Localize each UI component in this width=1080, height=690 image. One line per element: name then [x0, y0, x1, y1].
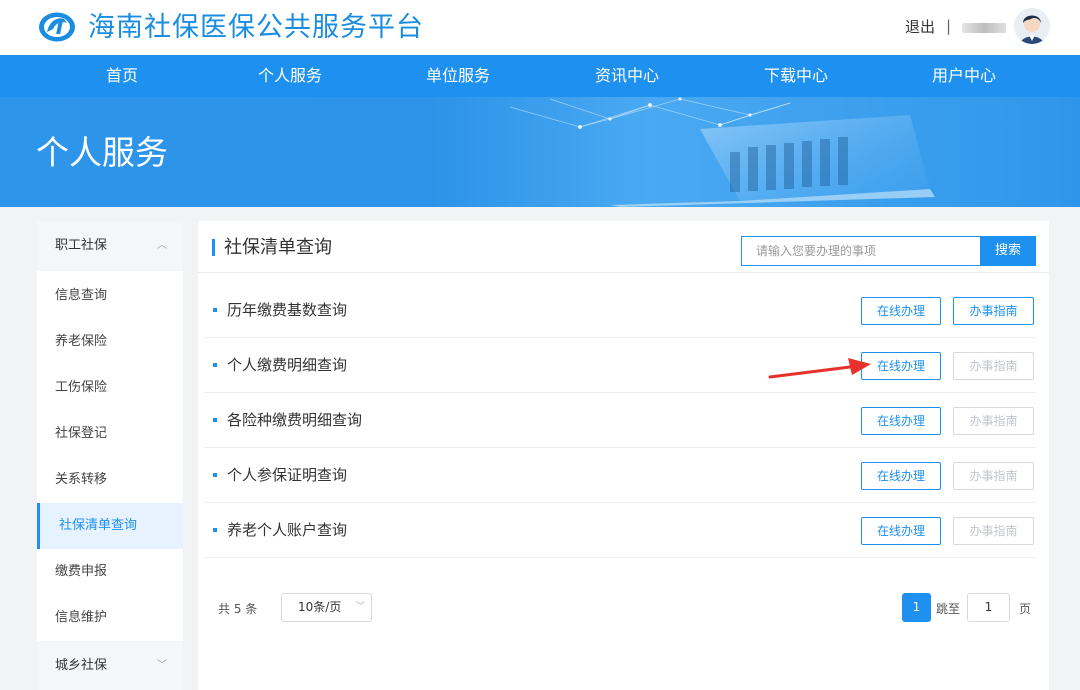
nav-item-personal-service[interactable]: 个人服务 [230, 55, 350, 97]
sidebar-item-label: 信息维护 [55, 610, 108, 625]
bullet-icon [213, 308, 217, 312]
guide-button[interactable]: 办事指南 [953, 297, 1034, 325]
page-unit-label: 页 [1019, 602, 1032, 616]
page-size-value: 10条/页 [298, 600, 342, 614]
sidebar-item-label: 缴费申报 [55, 564, 108, 579]
sidebar-item-label: 社保登记 [55, 426, 108, 441]
list-item-label: 个人缴费明细查询 [227, 356, 348, 374]
guide-button[interactable]: 办事指南 [953, 517, 1034, 545]
online-handle-button[interactable]: 在线办理 [861, 407, 941, 435]
bullet-icon [213, 363, 217, 367]
sidebar-item-label: 关系转移 [55, 472, 108, 487]
sidebar-group-label: 城乡社保 [55, 658, 108, 673]
list-item: 个人参保证明查询 在线办理 办事指南 [198, 448, 1049, 503]
chevron-up-icon: ︿ [157, 240, 167, 251]
guide-button[interactable]: 办事指南 [953, 407, 1034, 435]
sidebar-item-injury-insurance[interactable]: 工伤保险 [37, 365, 183, 411]
sidebar-item-label: 信息查询 [55, 288, 108, 303]
banner-title: 个人服务 [36, 133, 168, 172]
list-item-label: 个人参保证明查询 [227, 466, 348, 484]
main-nav: 首页 个人服务 单位服务 资讯中心 下载中心 用户中心 [0, 55, 1080, 97]
username-redacted [962, 23, 1006, 33]
guide-button[interactable]: 办事指南 [953, 352, 1034, 380]
list-item-label: 各险种缴费明细查询 [227, 411, 363, 429]
sidebar-item-info-query[interactable]: 信息查询 [37, 273, 183, 319]
sidebar-item-label: 工伤保险 [55, 380, 108, 395]
sidebar-item-transfer[interactable]: 关系转移 [37, 457, 183, 503]
sidebar-item-info-maintenance[interactable]: 信息维护 [37, 595, 183, 641]
guide-button[interactable]: 办事指南 [953, 462, 1034, 490]
list-item: 养老个人账户查询 在线办理 办事指南 [198, 503, 1049, 558]
bullet-icon [213, 528, 217, 532]
chevron-down-icon: ﹀ [356, 602, 366, 612]
list-item: 个人缴费明细查询 在线办理 办事指南 [198, 338, 1049, 393]
sidebar-group-label: 职工社保 [55, 238, 108, 253]
nav-item-download-center[interactable]: 下载中心 [736, 55, 856, 97]
chevron-down-icon: ﹀ [157, 660, 167, 671]
title-accent-bar [212, 239, 215, 256]
jump-to-input[interactable]: 1 [967, 593, 1010, 622]
header: 海南社保医保公共服务平台 退出 | [0, 0, 1080, 55]
laptop-network-illustration [509, 97, 935, 207]
search-input[interactable] [741, 236, 981, 266]
jump-to-label: 跳至 [936, 602, 961, 616]
sidebar-item-pension[interactable]: 养老保险 [37, 319, 183, 365]
divider [204, 557, 1036, 558]
sidebar: 职工社保 ︿ 信息查询 养老保险 工伤保险 社保登记 关系转移 社保清单查询 缴… [37, 221, 183, 690]
main-panel: 社保清单查询 搜索 历年缴费基数查询 在线办理 办事指南 个人缴费明细查询 在线… [198, 221, 1049, 690]
user-avatar-icon[interactable] [1014, 8, 1050, 44]
annotation-arrow-icon [768, 358, 871, 379]
page-size-select[interactable]: 10条/页 ﹀ [281, 593, 372, 622]
si-logo-icon [39, 12, 75, 42]
list-item: 历年缴费基数查询 在线办理 办事指南 [198, 283, 1049, 338]
sidebar-item-payment-declaration[interactable]: 缴费申报 [37, 549, 183, 595]
page-title: 社保清单查询 [224, 237, 332, 258]
bullet-icon [213, 473, 217, 477]
nav-item-user-center[interactable]: 用户中心 [904, 55, 1024, 97]
divider [198, 272, 1049, 273]
online-handle-button[interactable]: 在线办理 [861, 352, 941, 380]
total-count: 共 5 条 [218, 602, 258, 616]
nav-item-employer-service[interactable]: 单位服务 [398, 55, 518, 97]
search-button[interactable]: 搜索 [980, 236, 1036, 266]
sidebar-group-employee-insurance[interactable]: 职工社保 ︿ [37, 221, 183, 271]
sidebar-item-label: 养老保险 [55, 334, 108, 349]
list-item: 各险种缴费明细查询 在线办理 办事指南 [198, 393, 1049, 448]
list-item-label: 养老个人账户查询 [227, 521, 348, 539]
sidebar-item-label: 社保清单查询 [59, 518, 138, 533]
page-banner: 个人服务 [0, 97, 1080, 207]
bullet-icon [213, 418, 217, 422]
sidebar-item-registration[interactable]: 社保登记 [37, 411, 183, 457]
online-handle-button[interactable]: 在线办理 [861, 517, 941, 545]
logout-link[interactable]: 退出 [905, 17, 935, 37]
page-number-current[interactable]: 1 [902, 593, 931, 622]
list-item-label: 历年缴费基数查询 [227, 301, 348, 319]
header-separator: | [946, 17, 952, 35]
sidebar-item-statement-query[interactable]: 社保清单查询 [37, 503, 183, 549]
nav-item-news-center[interactable]: 资讯中心 [567, 55, 687, 97]
nav-item-home[interactable]: 首页 [62, 55, 182, 97]
site-title: 海南社保医保公共服务平台 [88, 12, 424, 43]
online-handle-button[interactable]: 在线办理 [861, 297, 941, 325]
online-handle-button[interactable]: 在线办理 [861, 462, 941, 490]
sidebar-group-urban-rural-insurance[interactable]: 城乡社保 ﹀ [37, 641, 183, 690]
